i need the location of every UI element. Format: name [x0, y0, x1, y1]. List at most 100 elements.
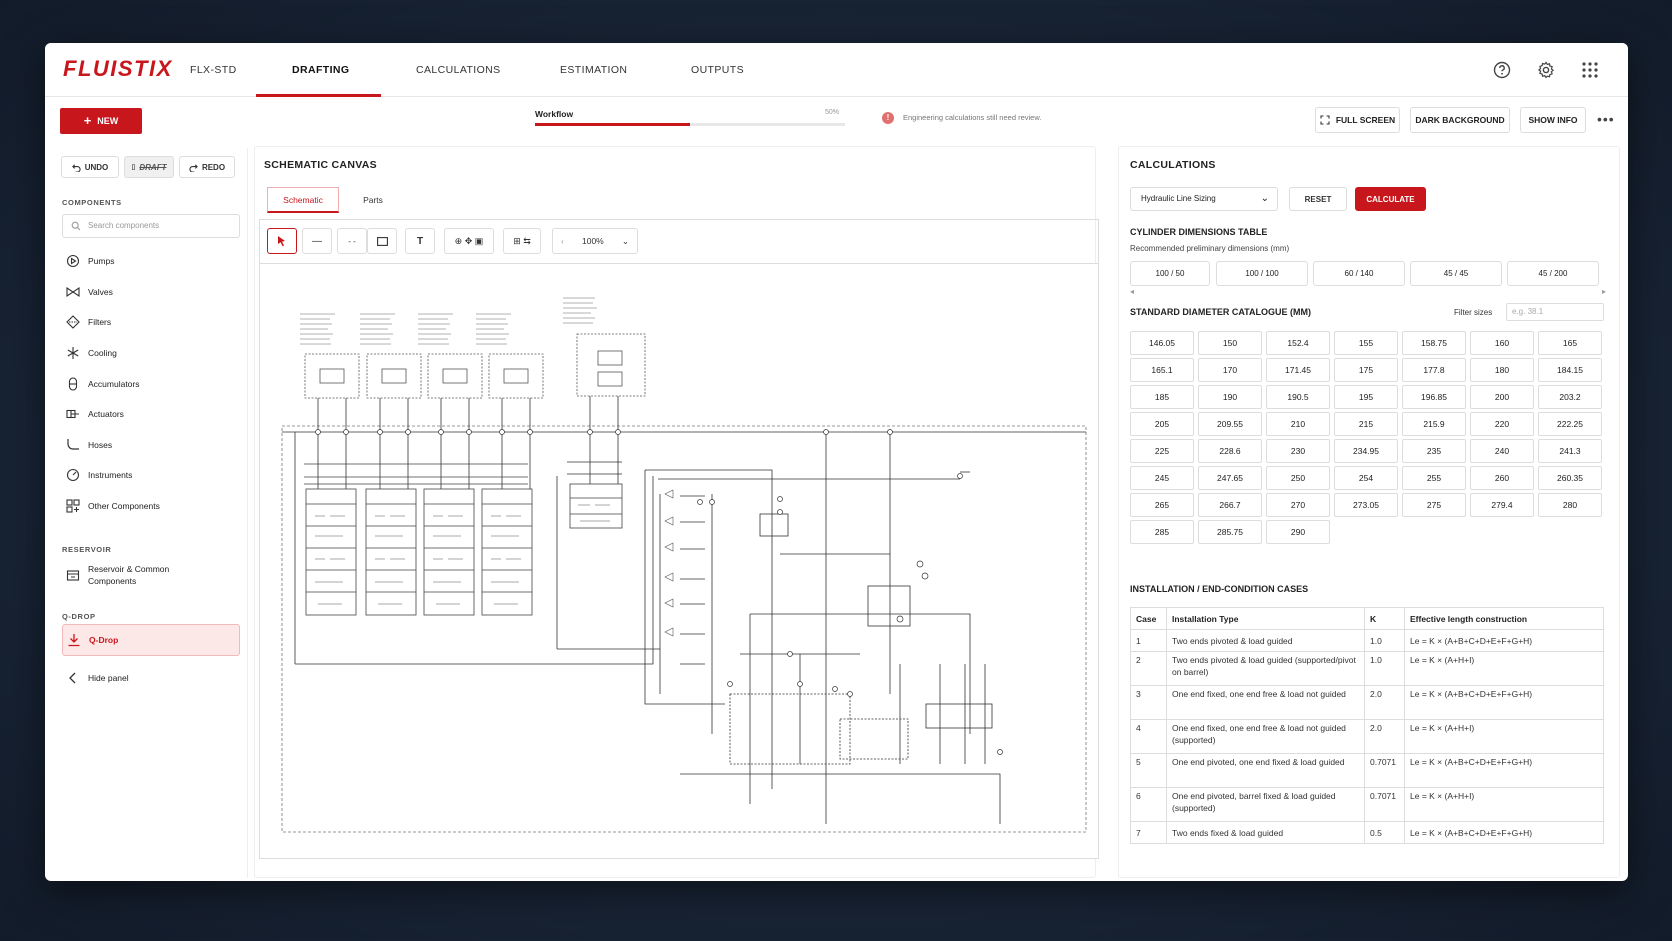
- diameter-cell[interactable]: 175: [1334, 358, 1398, 382]
- rectangle-tool-button[interactable]: [367, 228, 397, 254]
- cylinder-dim-cell[interactable]: 45 / 200: [1507, 261, 1599, 286]
- sidebar-item-filters[interactable]: Filters: [62, 308, 240, 336]
- diameter-cell[interactable]: 152.4: [1266, 331, 1330, 355]
- reset-button[interactable]: RESET: [1289, 187, 1347, 211]
- add-box-icon[interactable]: ⊞: [513, 236, 521, 247]
- calculation-type-select[interactable]: Hydraulic Line Sizing ⌄: [1130, 187, 1278, 211]
- draft-mode-button[interactable]: ▯ DRAFT: [124, 156, 174, 178]
- sidebar-item-reservoir[interactable]: Reservoir & Common Components: [62, 558, 240, 592]
- cylinder-dim-cell[interactable]: 100 / 50: [1130, 261, 1210, 286]
- diameter-cell[interactable]: 280: [1538, 493, 1602, 517]
- diameter-cell[interactable]: 220: [1470, 412, 1534, 436]
- diameter-cell[interactable]: 275: [1402, 493, 1466, 517]
- fit-icon[interactable]: ▣: [475, 236, 484, 247]
- layout-tools-group[interactable]: ⊞ ⇆: [503, 228, 541, 254]
- search-components-input[interactable]: Search components: [62, 214, 240, 238]
- apps-grid-icon[interactable]: [1580, 60, 1600, 80]
- diameter-cell[interactable]: 190: [1198, 385, 1262, 409]
- filter-sizes-input[interactable]: e.g. 38.1: [1506, 303, 1604, 321]
- diameter-cell[interactable]: 225: [1130, 439, 1194, 463]
- diameter-cell[interactable]: 205: [1130, 412, 1194, 436]
- text-tool-button[interactable]: T: [405, 228, 435, 254]
- diameter-cell[interactable]: 265: [1130, 493, 1194, 517]
- diameter-cell[interactable]: 190.5: [1266, 385, 1330, 409]
- tab-calculations[interactable]: CALCULATIONS: [416, 43, 501, 97]
- diameter-cell[interactable]: 279.4: [1470, 493, 1534, 517]
- diameter-cell[interactable]: 260.35: [1538, 466, 1602, 490]
- dashed-line-tool-button[interactable]: - -: [337, 228, 367, 254]
- gear-icon[interactable]: [1536, 60, 1556, 80]
- diameter-cell[interactable]: 158.75: [1402, 331, 1466, 355]
- diameter-cell[interactable]: 250: [1266, 466, 1330, 490]
- sidebar-item-actuators[interactable]: Actuators: [62, 400, 240, 428]
- diameter-cell[interactable]: 266.7: [1198, 493, 1262, 517]
- diameter-cell[interactable]: 185: [1130, 385, 1194, 409]
- dark-background-button[interactable]: DARK BACKGROUND: [1410, 107, 1510, 133]
- tab-drafting[interactable]: DRAFTING: [292, 43, 349, 97]
- redo-button[interactable]: REDO: [179, 156, 235, 178]
- diameter-cell[interactable]: 160: [1470, 331, 1534, 355]
- diameter-cell[interactable]: 150: [1198, 331, 1262, 355]
- diameter-cell[interactable]: 200: [1470, 385, 1534, 409]
- diameter-cell[interactable]: 165.1: [1130, 358, 1194, 382]
- scroll-left-arrow-icon[interactable]: ◂: [1130, 287, 1134, 296]
- schematic-drawing-area[interactable]: [259, 263, 1099, 859]
- tab-parts[interactable]: Parts: [343, 187, 403, 213]
- zoom-select[interactable]: ‹ 100% ⌄: [552, 228, 638, 254]
- diameter-cell[interactable]: 180: [1470, 358, 1534, 382]
- diameter-cell[interactable]: 184.15: [1538, 358, 1602, 382]
- sidebar-item-accumulators[interactable]: Accumulators: [62, 370, 240, 398]
- zoom-tools-group[interactable]: ⊕ ✥ ▣: [444, 228, 494, 254]
- undo-button[interactable]: UNDO: [61, 156, 119, 178]
- sidebar-item-valves[interactable]: Valves: [62, 278, 240, 306]
- calculate-button[interactable]: CALCULATE: [1355, 187, 1426, 211]
- select-tool-button[interactable]: [267, 228, 297, 254]
- help-icon[interactable]: [1492, 60, 1512, 80]
- diameter-cell[interactable]: 215: [1334, 412, 1398, 436]
- full-screen-button[interactable]: FULL SCREEN: [1315, 107, 1400, 133]
- tab-estimation[interactable]: ESTIMATION: [560, 43, 627, 97]
- new-button[interactable]: + NEW: [60, 108, 142, 134]
- diameter-cell[interactable]: 255: [1402, 466, 1466, 490]
- diameter-cell[interactable]: 270: [1266, 493, 1330, 517]
- tab-schematic[interactable]: Schematic: [267, 187, 339, 213]
- project-code[interactable]: FLX-STD: [190, 43, 237, 97]
- sidebar-item-other-components[interactable]: Other Components: [62, 492, 240, 520]
- diameter-cell[interactable]: 228.6: [1198, 439, 1262, 463]
- diameter-cell[interactable]: 245: [1130, 466, 1194, 490]
- diameter-cell[interactable]: 215.9: [1402, 412, 1466, 436]
- scroll-right-arrow-icon[interactable]: ▸: [1602, 287, 1606, 296]
- cylinder-dim-cell[interactable]: 100 / 100: [1216, 261, 1308, 286]
- sidebar-item-qdrop[interactable]: Q-Drop: [62, 624, 240, 656]
- pan-icon[interactable]: ✥: [465, 236, 473, 247]
- swap-icon[interactable]: ⇆: [523, 236, 531, 247]
- diameter-cell[interactable]: 203.2: [1538, 385, 1602, 409]
- more-options-icon[interactable]: •••: [1597, 111, 1615, 127]
- diameter-cell[interactable]: 254: [1334, 466, 1398, 490]
- tab-outputs[interactable]: OUTPUTS: [691, 43, 744, 97]
- diameter-cell[interactable]: 260: [1470, 466, 1534, 490]
- diameter-cell[interactable]: 195: [1334, 385, 1398, 409]
- sidebar-item-instruments[interactable]: Instruments: [62, 461, 240, 489]
- show-info-button[interactable]: SHOW INFO: [1520, 107, 1586, 133]
- diameter-cell[interactable]: 222.25: [1538, 412, 1602, 436]
- cylinder-dim-cell[interactable]: 45 / 45: [1410, 261, 1502, 286]
- line-tool-button[interactable]: —: [302, 228, 332, 254]
- hydraulic-schematic[interactable]: [260, 264, 1099, 859]
- diameter-cell[interactable]: 234.95: [1334, 439, 1398, 463]
- sidebar-item-cooling[interactable]: Cooling: [62, 339, 240, 367]
- sidebar-item-pumps[interactable]: Pumps: [62, 247, 240, 275]
- diameter-cell[interactable]: 241.3: [1538, 439, 1602, 463]
- diameter-cell[interactable]: 240: [1470, 439, 1534, 463]
- diameter-cell[interactable]: 285: [1130, 520, 1194, 544]
- diameter-cell[interactable]: 209.55: [1198, 412, 1262, 436]
- diameter-cell[interactable]: 210: [1266, 412, 1330, 436]
- sidebar-item-hoses[interactable]: Hoses: [62, 431, 240, 459]
- diameter-cell[interactable]: 155: [1334, 331, 1398, 355]
- zoom-in-icon[interactable]: ⊕: [455, 236, 463, 247]
- diameter-cell[interactable]: 171.45: [1266, 358, 1330, 382]
- diameter-cell[interactable]: 247.65: [1198, 466, 1262, 490]
- diameter-cell[interactable]: 235: [1402, 439, 1466, 463]
- diameter-cell[interactable]: 165: [1538, 331, 1602, 355]
- diameter-cell[interactable]: 290: [1266, 520, 1330, 544]
